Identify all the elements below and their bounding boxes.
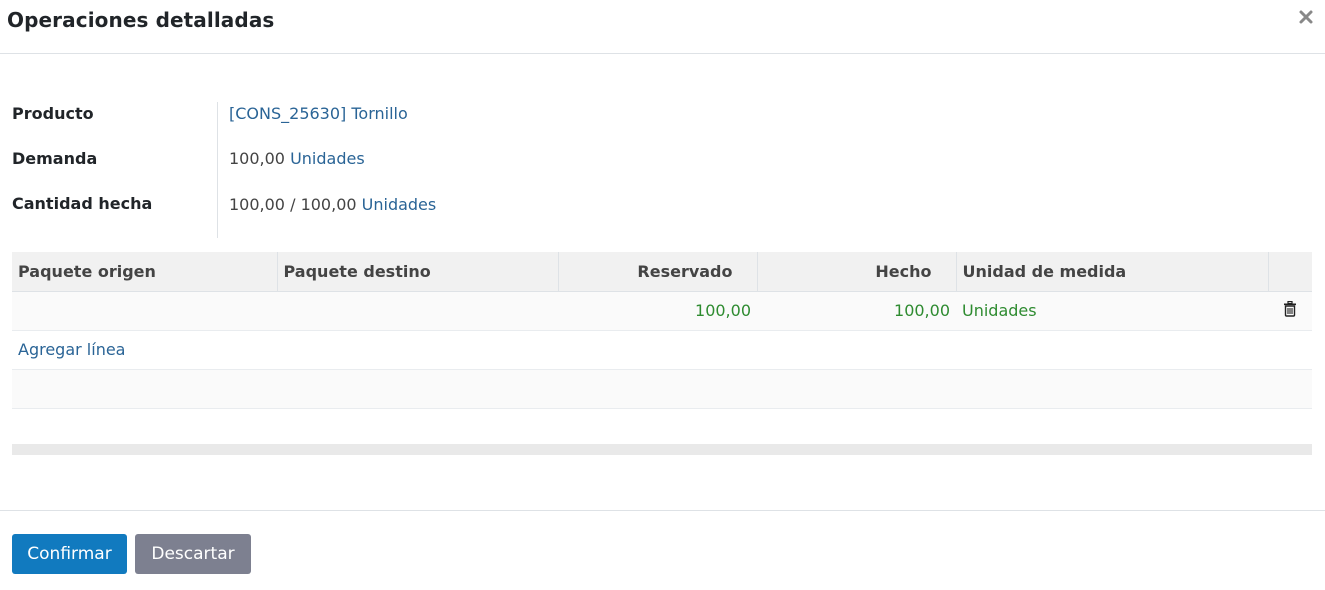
demand-uom-link[interactable]: Unidades [290,149,365,168]
cell-dest-package[interactable] [277,291,558,331]
header-uom[interactable]: Unidad de medida [955,252,1268,292]
detailed-operations-dialog: Operaciones detalladas Producto [CONS_25… [0,0,1325,589]
cell-done[interactable]: 100,00 [757,291,956,331]
header-source-package[interactable]: Paquete origen [12,252,277,292]
close-icon[interactable] [1295,6,1317,28]
product-value[interactable]: [CONS_25630] Tornillo [229,104,408,123]
demand-qty: 100,00 [229,149,285,168]
done-separator: / [290,195,296,214]
done-qty: 100,00 [229,195,285,214]
confirm-button[interactable]: Confirmar [12,534,127,574]
discard-button[interactable]: Descartar [135,534,251,574]
product-link[interactable]: [CONS_25630] Tornillo [229,104,408,123]
header-reserved[interactable]: Reservado [557,252,757,292]
demand-label: Demanda [12,149,98,168]
product-label: Producto [12,104,94,123]
cell-uom[interactable]: Unidades [956,291,1268,331]
cell-reserved[interactable]: 100,00 [558,291,757,331]
table-header-row: Paquete origen Paquete destino Reservado… [12,252,1312,292]
form-divider [217,102,218,238]
trash-icon[interactable] [1283,300,1297,317]
horizontal-scrollbar[interactable] [12,444,1312,455]
empty-row [12,369,1312,409]
add-line-link[interactable]: Agregar línea [18,340,125,359]
done-value: 100,00 / 100,00 Unidades [229,195,436,214]
dialog-header: Operaciones detalladas [0,0,1325,54]
done-total: 100,00 [300,195,357,214]
header-dest-package[interactable]: Paquete destino [276,252,558,292]
table-row[interactable]: 100,00 100,00 Unidades [12,291,1312,331]
done-label: Cantidad hecha [12,194,153,213]
cell-source-package[interactable] [12,291,277,331]
move-lines-table: Paquete origen Paquete destino Reservado… [12,252,1312,409]
header-done[interactable]: Hecho [756,252,956,292]
dialog-title: Operaciones detalladas [7,8,275,32]
header-actions [1267,252,1312,292]
done-uom-link[interactable]: Unidades [362,195,437,214]
add-line-row: Agregar línea [12,330,1312,370]
dialog-footer: Confirmar Descartar [0,510,1325,590]
cell-delete [1268,291,1312,331]
demand-value: 100,00 Unidades [229,149,365,168]
